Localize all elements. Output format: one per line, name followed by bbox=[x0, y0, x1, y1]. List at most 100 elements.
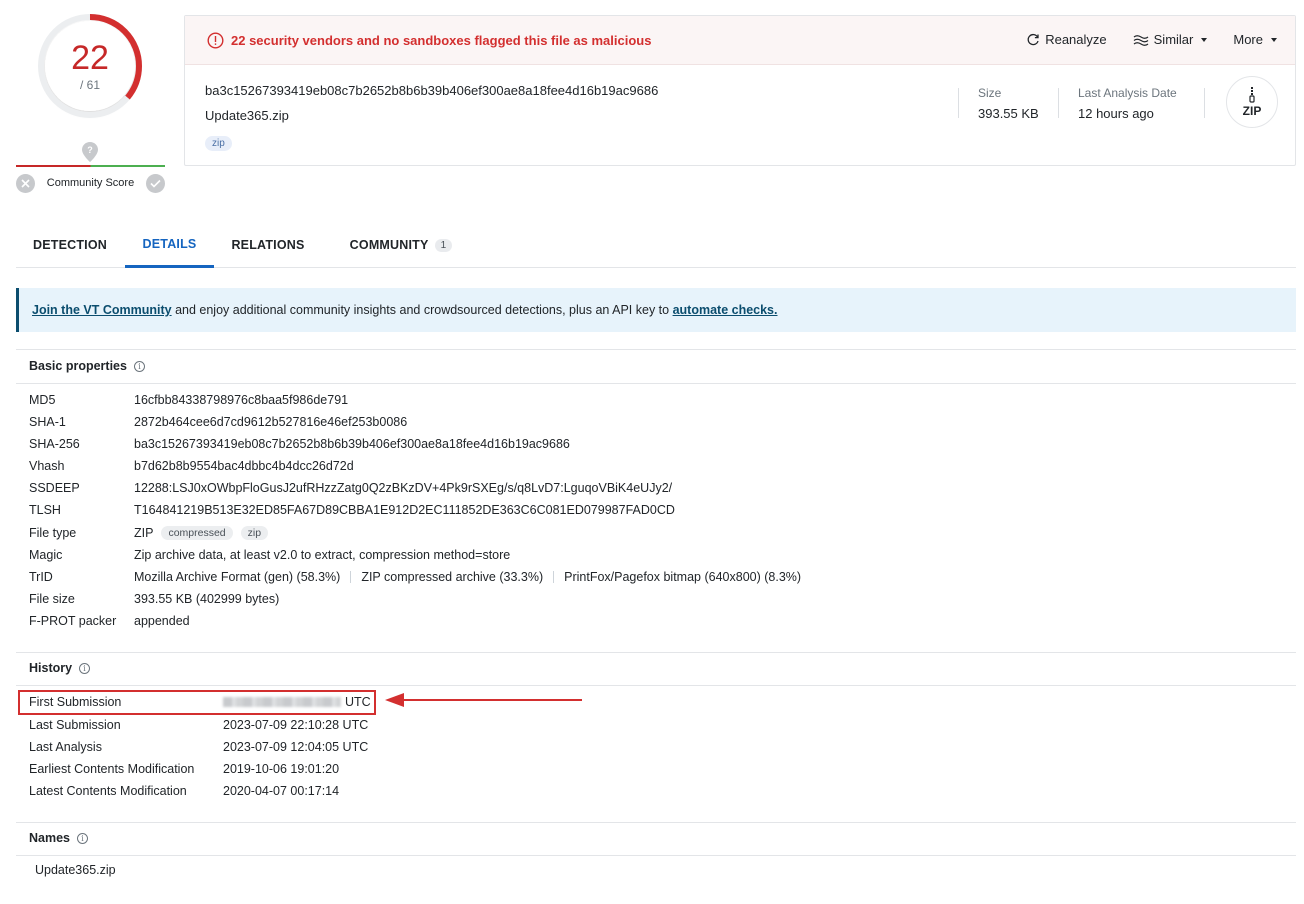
divider bbox=[16, 685, 1296, 686]
file-tag[interactable]: zip bbox=[205, 136, 232, 151]
property-key: TrID bbox=[29, 570, 53, 584]
section-title: Basic properties bbox=[29, 359, 127, 373]
arrow-left-annotation-icon bbox=[385, 693, 582, 707]
file-hash[interactable]: ba3c15267393419eb08c7b2652b8b6b39b406ef3… bbox=[205, 83, 658, 98]
property-value: ZIP bbox=[134, 526, 154, 540]
malicious-alert: 22 security vendors and no sandboxes fla… bbox=[207, 32, 651, 49]
history-row: Earliest Contents Modification 2019-10-06… bbox=[29, 758, 339, 780]
divider bbox=[16, 822, 1296, 823]
trid-value: Mozilla Archive Format (gen) (58.3%) bbox=[134, 570, 341, 584]
property-key: F-PROT packer bbox=[29, 614, 117, 628]
file-type-tag[interactable]: zip bbox=[240, 526, 269, 540]
divider bbox=[16, 855, 1296, 856]
file-type-row: File type ZIP compressed zip bbox=[29, 522, 269, 544]
divider bbox=[553, 571, 555, 583]
property-key: File size bbox=[29, 592, 75, 606]
community-count-badge: 1 bbox=[434, 238, 453, 252]
property-key: SHA-1 bbox=[29, 415, 66, 429]
property-value[interactable]: 2872b464cee6d7cd9612b527816e46ef253b0086 bbox=[134, 415, 407, 429]
basic-properties-heading: Basic properties i bbox=[29, 359, 145, 373]
history-heading: History i bbox=[29, 661, 91, 675]
property-key: TLSH bbox=[29, 503, 61, 517]
property-value: 393.55 KB (402999 bytes) bbox=[134, 592, 280, 606]
chevron-down-icon bbox=[1201, 37, 1208, 42]
reanalyze-button[interactable]: Reanalyze bbox=[1026, 32, 1107, 47]
divider bbox=[16, 383, 1296, 384]
detection-count: 22 bbox=[71, 39, 109, 77]
info-icon[interactable]: i bbox=[77, 832, 88, 844]
property-key: Magic bbox=[29, 548, 63, 562]
join-community-link[interactable]: Join the VT Community bbox=[32, 303, 172, 317]
tab-detection[interactable]: DETECTION bbox=[20, 222, 120, 268]
similar-dropdown[interactable]: Similar bbox=[1133, 32, 1208, 47]
divider bbox=[16, 652, 1296, 653]
divider bbox=[958, 88, 959, 118]
file-summary-card: 22 security vendors and no sandboxes fla… bbox=[184, 15, 1296, 166]
date-label: Last Analysis Date bbox=[1078, 86, 1177, 100]
tab-details[interactable]: DETAILS bbox=[125, 222, 214, 268]
property-row: SHA-1 2872b464cee6d7cd9612b527816e46ef253… bbox=[29, 411, 407, 433]
tab-community[interactable]: COMMUNITY 1 bbox=[331, 222, 471, 268]
more-dropdown[interactable]: More bbox=[1233, 32, 1277, 47]
section-title: Names bbox=[29, 831, 70, 845]
history-key: Last Analysis bbox=[29, 740, 102, 754]
tab-label: DETAILS bbox=[142, 236, 197, 251]
property-value[interactable]: 12288:LSJ0xOWbpFloGusJ2ufRHzzZatg0Q2zBKz… bbox=[134, 481, 672, 495]
file-type-tag[interactable]: compressed bbox=[161, 526, 233, 540]
date-value: 12 hours ago bbox=[1078, 106, 1154, 121]
alert-circle-icon bbox=[207, 32, 224, 49]
trid-row: TrID Mozilla Archive Format (gen) (58.3%… bbox=[29, 566, 801, 588]
check-icon bbox=[150, 179, 161, 188]
history-value: 2019-10-06 19:01:20 bbox=[223, 762, 340, 776]
community-score-bar bbox=[16, 165, 165, 167]
property-value[interactable]: ba3c15267393419eb08c7b2652b8b6b39b406ef3… bbox=[134, 437, 570, 451]
section-title: History bbox=[29, 661, 73, 675]
property-key: SSDEEP bbox=[29, 481, 80, 495]
property-row: Magic Zip archive data, at least v2.0 to … bbox=[29, 544, 510, 566]
automate-checks-link[interactable]: automate checks. bbox=[673, 303, 778, 317]
history-key: Earliest Contents Modification bbox=[29, 762, 195, 776]
header-actions: Reanalyze Similar More bbox=[1026, 32, 1277, 47]
divider bbox=[1058, 88, 1059, 118]
divider bbox=[350, 571, 352, 583]
property-row: TLSH T164841219B513E32ED85FA67D89CBBA1E91… bbox=[29, 499, 675, 521]
main-tabs: DETECTION DETAILS RELATIONS COMMUNITY 1 bbox=[16, 222, 1296, 268]
community-banner: Join the VT Community and enjoy addition… bbox=[16, 288, 1296, 332]
property-value[interactable]: T164841219B513E32ED85FA67D89CBBA1E912D2E… bbox=[134, 503, 675, 517]
property-value[interactable]: b7d62b8b9554bac4dbbc4b4dcc26d72d bbox=[134, 459, 354, 473]
highlight-box bbox=[18, 690, 376, 715]
info-icon[interactable]: i bbox=[79, 662, 91, 674]
refresh-icon bbox=[1027, 33, 1039, 45]
property-key: Vhash bbox=[29, 459, 65, 473]
file-type-label: ZIP bbox=[1242, 103, 1262, 118]
size-label: Size bbox=[978, 86, 1002, 100]
tab-label: DETECTION bbox=[32, 238, 108, 252]
property-key: MD5 bbox=[29, 393, 56, 407]
zipper-icon bbox=[1249, 86, 1255, 103]
trid-value: PrintFox/Pagefox bitmap (640x800) (8.3%) bbox=[564, 570, 802, 584]
similar-wave-icon bbox=[1133, 34, 1149, 46]
engine-total: / 61 bbox=[79, 78, 100, 92]
alert-bar: 22 security vendors and no sandboxes fla… bbox=[185, 16, 1295, 65]
history-key: Latest Contents Modification bbox=[29, 784, 187, 798]
close-icon bbox=[21, 178, 30, 188]
property-row: File size 393.55 KB (402999 bytes) bbox=[29, 588, 279, 610]
history-row: Last Submission 2023-07-09 22:10:28 UTC bbox=[29, 714, 368, 736]
community-score: Community Score bbox=[16, 173, 165, 193]
property-row: Vhash b7d62b8b9554bac4dbbc4b4dcc26d72d bbox=[29, 455, 354, 477]
trid-value: ZIP compressed archive (33.3%) bbox=[361, 570, 544, 584]
property-value[interactable]: 16cfbb84338798976c8baa5f986de791 bbox=[134, 393, 348, 407]
vote-harmless-button[interactable] bbox=[145, 173, 165, 193]
detection-score-gauge: 22 / 61 bbox=[36, 12, 144, 120]
history-row: Last Analysis 2023-07-09 12:04:05 UTC bbox=[29, 736, 368, 758]
property-key: File type bbox=[29, 526, 77, 540]
property-value: appended bbox=[134, 614, 190, 628]
property-row: SHA-256 ba3c15267393419eb08c7b2652b8b6b39… bbox=[29, 433, 570, 455]
map-marker-question-icon: ? bbox=[82, 142, 98, 162]
info-icon[interactable]: i bbox=[133, 360, 145, 372]
history-row: Latest Contents Modification 2020-04-07 0… bbox=[29, 780, 339, 802]
reanalyze-label: Reanalyze bbox=[1045, 32, 1107, 47]
tab-relations[interactable]: RELATIONS bbox=[218, 222, 318, 268]
file-name: Update365.zip bbox=[205, 108, 289, 123]
vote-harmful-button[interactable] bbox=[16, 173, 35, 193]
